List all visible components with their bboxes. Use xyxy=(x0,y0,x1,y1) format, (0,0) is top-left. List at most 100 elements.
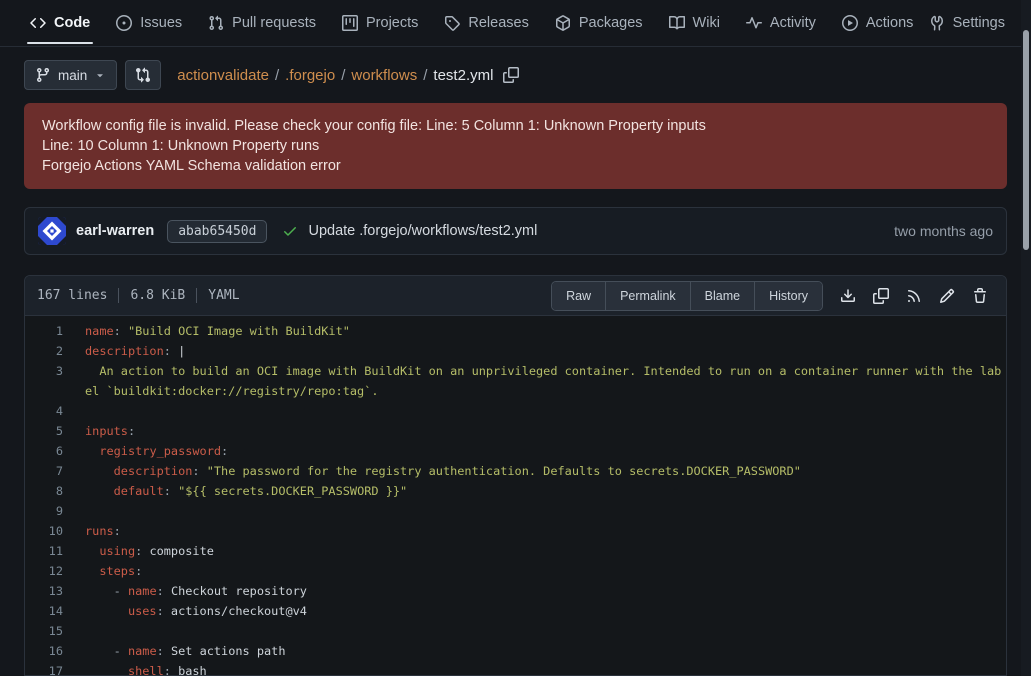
line-number[interactable]: 12 xyxy=(25,561,63,581)
code-line: 7 description: "The password for the reg… xyxy=(25,461,1006,481)
copy-path-button[interactable] xyxy=(503,67,519,83)
file-language: YAML xyxy=(208,288,239,303)
tab-label: Projects xyxy=(366,15,418,31)
line-number[interactable]: 6 xyxy=(25,441,63,461)
project-icon xyxy=(342,15,358,31)
tab-code[interactable]: Code xyxy=(30,0,90,46)
line-content xyxy=(85,501,1006,521)
code-line: 12 steps: xyxy=(25,561,1006,581)
code-line: 5 inputs: xyxy=(25,421,1006,441)
trash-icon xyxy=(972,288,988,304)
commit-message[interactable]: Update .forgejo/workflows/test2.yml xyxy=(308,223,537,239)
pulse-icon xyxy=(746,15,762,31)
avatar[interactable] xyxy=(38,217,66,245)
line-number[interactable]: 4 xyxy=(25,401,63,421)
line-content: inputs: xyxy=(85,421,1006,441)
copy-button[interactable] xyxy=(873,288,889,304)
line-content: runs: xyxy=(85,521,1006,541)
tab-wiki[interactable]: Wiki xyxy=(669,0,720,46)
line-number[interactable]: 3 xyxy=(25,361,63,401)
code-line: 2 description: | xyxy=(25,341,1006,361)
blame-button[interactable]: Blame xyxy=(691,282,755,310)
edit-button[interactable] xyxy=(939,288,955,304)
line-number[interactable]: 10 xyxy=(25,521,63,541)
breadcrumb-current-file: test2.yml xyxy=(433,67,493,84)
branch-select-button[interactable]: main xyxy=(24,60,117,90)
copy-icon xyxy=(503,67,519,83)
line-content: An action to build an OCI image with Bui… xyxy=(85,361,1006,401)
line-number[interactable]: 13 xyxy=(25,581,63,601)
code-view: 1 name: "Build OCI Image with BuildKit" 2 d… xyxy=(25,316,1006,675)
file-line-count: 167 lines xyxy=(37,288,107,303)
tab-projects[interactable]: Projects xyxy=(342,0,418,46)
permalink-button[interactable]: Permalink xyxy=(606,282,691,310)
line-content: using: composite xyxy=(85,541,1006,561)
download-button[interactable] xyxy=(840,288,856,304)
code-line: 10 runs: xyxy=(25,521,1006,541)
line-number[interactable]: 5 xyxy=(25,421,63,441)
breadcrumb-link[interactable]: actionvalidate xyxy=(177,67,269,84)
book-icon xyxy=(669,15,685,31)
issue-icon xyxy=(116,15,132,31)
download-icon xyxy=(840,288,856,304)
trash-button[interactable] xyxy=(972,288,988,304)
tab-settings[interactable]: Settings xyxy=(929,0,1005,46)
line-content: - name: Checkout repository xyxy=(85,581,1006,601)
commit-status-check-icon[interactable] xyxy=(282,223,298,239)
commit-sha-button[interactable]: abab65450d xyxy=(167,220,267,243)
file-actions xyxy=(840,288,988,304)
breadcrumb-link[interactable]: .forgejo xyxy=(285,67,335,84)
commit-author[interactable]: earl-warren xyxy=(76,223,154,239)
view-mode-buttons: RawPermalinkBlameHistory xyxy=(551,281,823,311)
line-content xyxy=(85,401,1006,421)
line-number[interactable]: 9 xyxy=(25,501,63,521)
tab-pull-requests[interactable]: Pull requests xyxy=(208,0,316,46)
line-number[interactable]: 16 xyxy=(25,641,63,661)
file-size: 6.8 KiB xyxy=(130,288,185,303)
rss-icon xyxy=(906,288,922,304)
tab-label: Wiki xyxy=(693,15,720,31)
tab-issues[interactable]: Issues xyxy=(116,0,182,46)
compare-button[interactable] xyxy=(125,60,161,90)
code-line: 16 - name: Set actions path xyxy=(25,641,1006,661)
code-line: 11 using: composite xyxy=(25,541,1006,561)
error-banner: Workflow config file is invalid. Please … xyxy=(24,103,1007,189)
line-number[interactable]: 1 xyxy=(25,321,63,341)
copy-icon xyxy=(873,288,889,304)
line-number[interactable]: 15 xyxy=(25,621,63,641)
line-content: description: | xyxy=(85,341,1006,361)
line-number[interactable]: 8 xyxy=(25,481,63,501)
edit-icon xyxy=(939,288,955,304)
code-line: 17 shell: bash xyxy=(25,661,1006,675)
line-number[interactable]: 17 xyxy=(25,661,63,675)
tab-releases[interactable]: Releases xyxy=(444,0,528,46)
scrollbar-thumb[interactable] xyxy=(1023,30,1029,250)
history-button[interactable]: History xyxy=(755,282,822,310)
line-number[interactable]: 7 xyxy=(25,461,63,481)
code-line: 15 xyxy=(25,621,1006,641)
line-content xyxy=(85,621,1006,641)
divider xyxy=(118,288,119,303)
branch-name: main xyxy=(58,68,87,83)
tab-label: Pull requests xyxy=(232,15,316,31)
latest-commit-box: earl-warren abab65450d Update .forgejo/w… xyxy=(24,207,1007,255)
nav-right: Settings xyxy=(929,0,1005,46)
package-icon xyxy=(555,15,571,31)
line-number[interactable]: 2 xyxy=(25,341,63,361)
rss-button[interactable] xyxy=(906,288,922,304)
line-content: name: "Build OCI Image with BuildKit" xyxy=(85,321,1006,341)
tab-actions[interactable]: Actions xyxy=(842,0,914,46)
error-line: Forgejo Actions YAML Schema validation e… xyxy=(42,156,989,176)
pr-icon xyxy=(208,15,224,31)
code-line: 9 xyxy=(25,501,1006,521)
tab-activity[interactable]: Activity xyxy=(746,0,816,46)
line-number[interactable]: 14 xyxy=(25,601,63,621)
breadcrumb-link[interactable]: workflows xyxy=(351,67,417,84)
line-number[interactable]: 11 xyxy=(25,541,63,561)
code-icon xyxy=(30,15,46,31)
raw-button[interactable]: Raw xyxy=(552,282,606,310)
file-view: 167 lines 6.8 KiB YAML RawPermalinkBlame… xyxy=(24,275,1007,676)
tab-packages[interactable]: Packages xyxy=(555,0,643,46)
error-line: Workflow config file is invalid. Please … xyxy=(42,116,989,136)
tools-icon xyxy=(929,15,945,31)
